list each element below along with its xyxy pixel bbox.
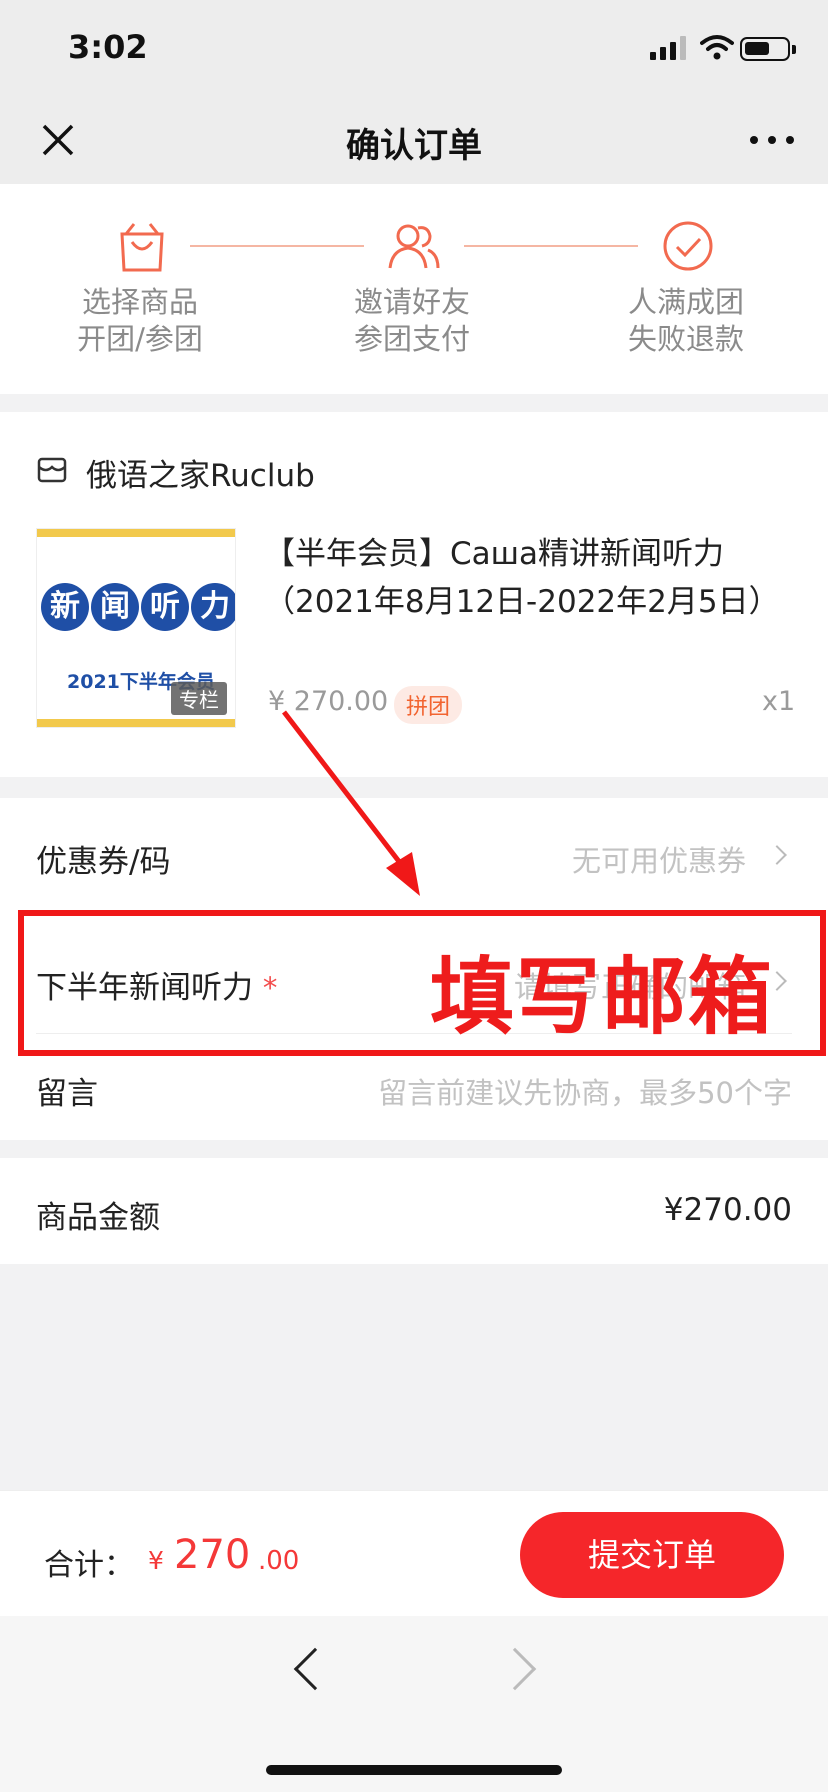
check-circle-icon	[663, 221, 713, 271]
status-time: 3:02	[68, 28, 148, 66]
home-indicator	[266, 1765, 562, 1775]
wifi-icon	[700, 35, 734, 60]
people-icon	[388, 224, 440, 269]
step-connector	[190, 245, 364, 247]
amount-value: ¥270.00	[663, 1192, 792, 1228]
message-label: 留言	[36, 1076, 98, 1112]
annotation-text: 填写邮箱	[430, 948, 775, 1046]
signal-icon	[650, 36, 686, 60]
shop-name[interactable]: 俄语之家Ruclub	[86, 450, 315, 495]
page-title: 确认订单	[346, 126, 482, 166]
shop-icon	[37, 457, 67, 483]
more-icon[interactable]	[748, 126, 796, 154]
total-decimal: .00	[258, 1546, 300, 1576]
battery-icon	[740, 37, 790, 61]
product-quantity: x1	[762, 686, 796, 717]
message-input[interactable]: 留言前建议先协商，最多50个字	[270, 1070, 792, 1112]
amount-label: 商品金额	[36, 1200, 160, 1236]
product-thumbnail[interactable]: 新 闻 听 力 2021下半年会员 专栏	[36, 528, 236, 728]
group-buy-badge: 拼团	[394, 686, 463, 724]
column-tag: 专栏	[171, 682, 227, 715]
coupon-value[interactable]: 无可用优惠券	[420, 838, 746, 880]
coupon-label[interactable]: 优惠券/码	[36, 836, 170, 881]
total-label: 合计：	[44, 1548, 134, 1583]
submit-order-button[interactable]: 提交订单	[520, 1512, 784, 1598]
product-price: ¥ 270.00	[268, 686, 389, 717]
total-amount: 270	[174, 1532, 251, 1578]
step-connector	[464, 245, 638, 247]
shopping-bag-icon	[120, 223, 164, 272]
battery-cap	[792, 45, 796, 54]
product-title[interactable]: 【半年会员】Саша精讲新闻听力（2021年8月12日-2022年2月5日）	[264, 530, 804, 626]
total-currency: ¥	[148, 1546, 164, 1575]
step-1-label: 选择商品 开团/参团	[77, 285, 203, 356]
step-2-label: 邀请好友 参团支付	[353, 285, 470, 356]
step-3-label: 人满成团 失败退款	[627, 285, 744, 356]
